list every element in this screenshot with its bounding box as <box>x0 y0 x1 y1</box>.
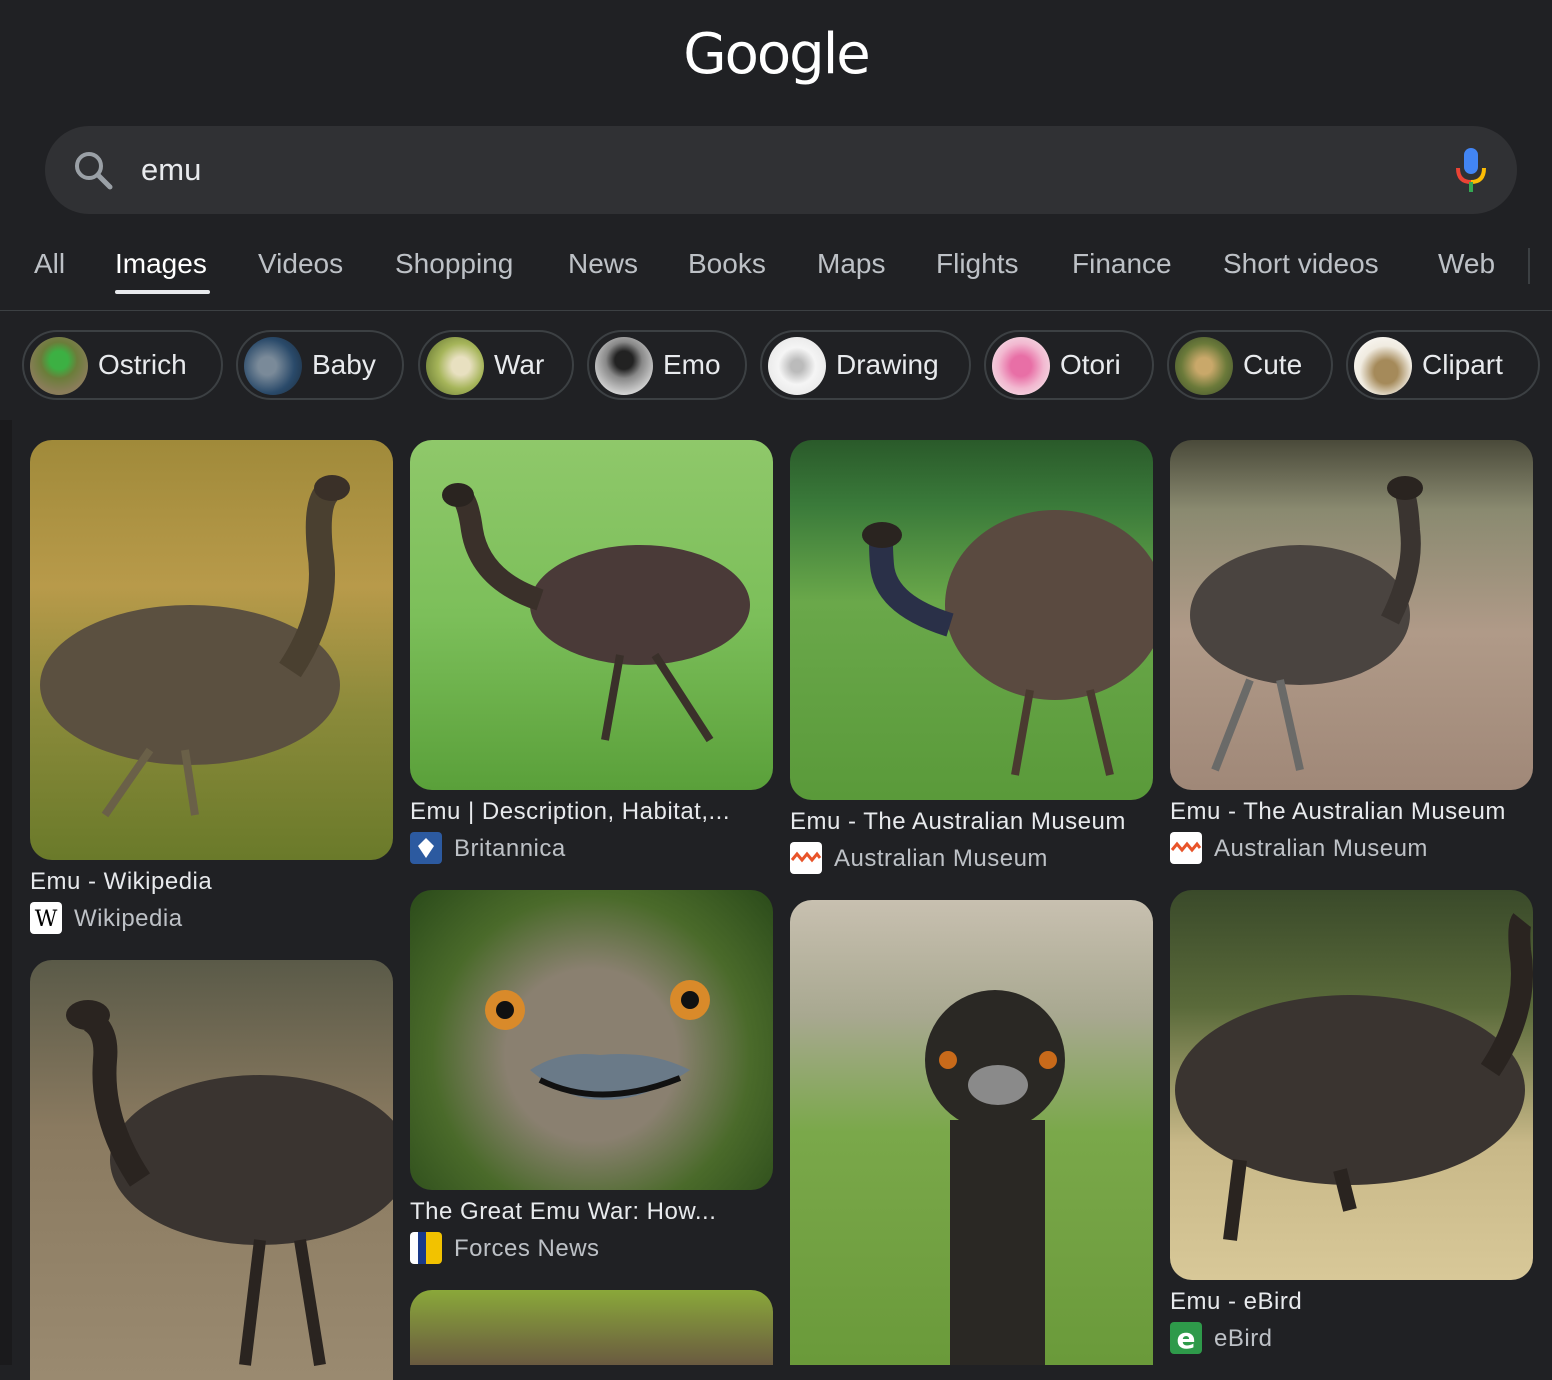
australian-museum-icon <box>790 842 822 874</box>
result-source[interactable]: Wikipedia <box>74 905 183 933</box>
chip-label: Drawing <box>836 349 939 380</box>
tab-all[interactable]: All <box>34 248 65 280</box>
forces-news-icon <box>410 1232 442 1264</box>
result-title[interactable]: Emu - The Australian Museum <box>790 808 1126 836</box>
result-source[interactable]: Forces News <box>454 1235 600 1263</box>
tab-flights[interactable]: Flights <box>936 248 1018 280</box>
emu-image <box>40 475 350 818</box>
related-chips: Ostrich Baby War Emo Drawing Otori Cute … <box>0 330 1552 404</box>
britannica-icon <box>410 832 442 864</box>
wikipedia-icon: W <box>30 902 62 934</box>
chip-otori[interactable]: Otori <box>984 330 1154 400</box>
result-source[interactable]: Australian Museum <box>1214 835 1428 863</box>
emu-image <box>1175 913 1533 1241</box>
tab-books[interactable]: Books <box>688 248 766 280</box>
tab-videos[interactable]: Videos <box>258 248 343 280</box>
svg-text:e: e <box>1177 1322 1196 1354</box>
chip-label: War <box>494 349 545 380</box>
result-card[interactable]: The Great Emu War: How... Forces News <box>410 890 773 1270</box>
chip-thumbnail <box>30 337 88 395</box>
chip-drawing[interactable]: Drawing <box>760 330 971 400</box>
chip-thumbnail <box>768 337 826 395</box>
result-image[interactable] <box>410 890 773 1190</box>
result-card[interactable] <box>790 900 1153 1365</box>
result-title[interactable]: The Great Emu War: How... <box>410 1198 716 1226</box>
chip-label: Emo <box>663 349 721 380</box>
tab-finance[interactable]: Finance <box>1072 248 1172 280</box>
result-image[interactable] <box>410 440 773 790</box>
tabs-divider <box>1528 248 1530 284</box>
header: Google emu All Images Videos Shopping Ne… <box>0 0 1552 311</box>
svg-text:W: W <box>35 907 58 932</box>
chip-ostrich[interactable]: Ostrich <box>22 330 223 400</box>
chip-label: Clipart <box>1422 349 1503 380</box>
search-input[interactable]: emu <box>141 152 201 188</box>
emu-image <box>1190 476 1423 772</box>
australian-museum-icon <box>1170 832 1202 864</box>
result-image[interactable] <box>30 960 393 1380</box>
microphone-icon[interactable] <box>1453 146 1489 194</box>
result-source[interactable]: eBird <box>1214 1325 1273 1353</box>
emu-face-image <box>925 990 1065 1365</box>
chip-emo[interactable]: Emo <box>587 330 747 400</box>
tab-short-videos[interactable]: Short videos <box>1223 248 1379 280</box>
result-title[interactable]: Emu | Description, Habitat,... <box>410 798 730 826</box>
result-title[interactable]: Emu - Wikipedia <box>30 868 212 896</box>
chip-thumbnail <box>244 337 302 395</box>
result-card[interactable]: Emu - The Australian Museum Australian M… <box>1170 440 1533 870</box>
search-tabs: All Images Videos Shopping News Books Ma… <box>0 240 1552 311</box>
tab-web[interactable]: Web <box>1438 248 1495 280</box>
result-card[interactable]: Emu - eBird e eBird <box>1170 890 1533 1360</box>
chip-baby[interactable]: Baby <box>236 330 404 400</box>
chip-label: Ostrich <box>98 349 187 380</box>
result-image[interactable] <box>410 1290 773 1365</box>
result-card[interactable]: Emu - The Australian Museum Australian M… <box>790 440 1153 880</box>
emu-image <box>66 1000 393 1366</box>
emu-image <box>862 510 1153 776</box>
active-tab-indicator <box>115 290 210 294</box>
chip-label: Otori <box>1060 349 1121 380</box>
result-image[interactable] <box>30 440 393 860</box>
chip-clipart[interactable]: Clipart <box>1346 330 1540 400</box>
emu-image <box>442 483 750 743</box>
chip-thumbnail <box>595 337 653 395</box>
tab-images[interactable]: Images <box>115 248 207 280</box>
result-card[interactable] <box>410 1290 773 1365</box>
result-card[interactable]: Emu - Wikipedia W Wikipedia <box>30 440 393 940</box>
result-image[interactable] <box>790 900 1153 1365</box>
left-edge <box>0 420 12 1365</box>
emu-face-image <box>485 980 710 1100</box>
result-image[interactable] <box>1170 440 1533 790</box>
result-image[interactable] <box>1170 890 1533 1280</box>
chip-war[interactable]: War <box>418 330 574 400</box>
chip-label: Cute <box>1243 349 1303 380</box>
result-title[interactable]: Emu - The Australian Museum <box>1170 798 1506 826</box>
chip-cute[interactable]: Cute <box>1167 330 1333 400</box>
chip-thumbnail <box>1175 337 1233 395</box>
result-source[interactable]: Britannica <box>454 835 566 863</box>
tab-shopping[interactable]: Shopping <box>395 248 513 280</box>
result-title[interactable]: Emu - eBird <box>1170 1288 1302 1316</box>
chip-thumbnail <box>992 337 1050 395</box>
chip-thumbnail <box>426 337 484 395</box>
result-source[interactable]: Australian Museum <box>834 845 1048 873</box>
result-image[interactable] <box>790 440 1153 800</box>
chip-thumbnail <box>1354 337 1412 395</box>
ebird-icon: e <box>1170 1322 1202 1354</box>
tab-maps[interactable]: Maps <box>817 248 885 280</box>
result-card[interactable]: Emu | Description, Habitat,... Britannic… <box>410 440 773 870</box>
search-icon[interactable] <box>71 148 115 192</box>
search-bar[interactable]: emu <box>45 126 1517 214</box>
result-card[interactable] <box>30 960 393 1380</box>
google-logo[interactable]: Google <box>0 22 1552 87</box>
chip-label: Baby <box>312 349 376 380</box>
tab-news[interactable]: News <box>568 248 638 280</box>
